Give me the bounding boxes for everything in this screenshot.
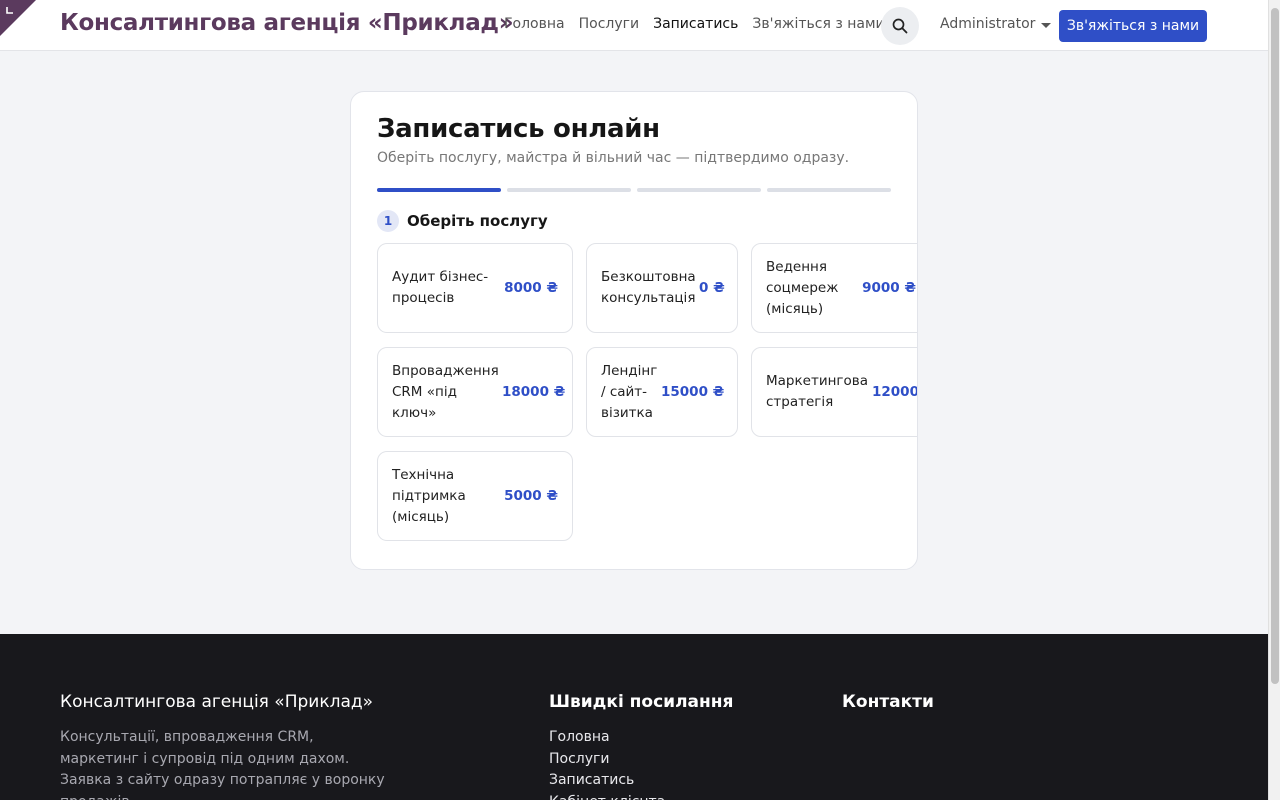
service-card[interactable]: Технічна підтримка (місяць) 5000 ₴	[377, 451, 573, 541]
service-card[interactable]: Маркетингова стратегія 12000 ₴	[751, 347, 918, 437]
contact-cta-button[interactable]: Зв'яжіться з нами	[1059, 10, 1207, 42]
corner-badge	[0, 0, 36, 36]
service-price: 8000 ₴	[504, 280, 558, 296]
site-footer: Консалтингова агенція «Приклад» Консульт…	[0, 634, 1268, 800]
service-name: Маркетингова стратегія	[766, 373, 868, 410]
step-title: Оберіть послугу	[407, 212, 548, 230]
service-name: Технічна підтримка (місяць)	[392, 466, 466, 525]
scrollbar-thumb[interactable]	[1271, 8, 1279, 684]
user-name: Administrator	[940, 16, 1036, 32]
navbar: Консалтингова агенція «Приклад» Головна …	[0, 0, 1268, 51]
step-header: 1 Оберіть послугу	[377, 210, 548, 232]
chevron-down-icon	[1041, 22, 1052, 28]
step-segment-3	[637, 188, 761, 192]
footer-link-services[interactable]: Послуги	[549, 749, 665, 771]
page-title: Записатись онлайн	[377, 114, 660, 144]
service-price: 15000 ₴	[661, 384, 725, 400]
footer-quick-links: Головна Послуги Записатись Кабінет клієн…	[549, 727, 665, 800]
nav-link-services[interactable]: Послуги	[579, 16, 639, 32]
step-segment-1	[377, 188, 501, 192]
site-brand[interactable]: Консалтингова агенція «Приклад»	[60, 10, 514, 36]
booking-card: Записатись онлайн Оберіть послугу, майст…	[350, 91, 918, 570]
footer-contacts-title: Контакти	[842, 692, 934, 712]
service-name: Безкоштовна консультація	[601, 269, 696, 306]
step-segment-4	[767, 188, 891, 192]
service-name: Лендінг / сайт-візитка	[601, 362, 658, 421]
service-price: 9000 ₴	[862, 280, 916, 296]
service-name: Аудит бізнес-процесів	[392, 269, 489, 306]
service-price: 12000 ₴	[872, 384, 918, 400]
footer-quick-links-title: Швидкі посилання	[549, 692, 734, 712]
nav-link-booking[interactable]: Записатись	[653, 16, 738, 32]
service-card[interactable]: Ведення соцмереж (місяць) 9000 ₴	[751, 243, 917, 333]
service-card[interactable]: Лендінг / сайт-візитка 15000 ₴	[586, 347, 738, 437]
service-price: 18000 ₴	[502, 384, 566, 400]
footer-link-home[interactable]: Головна	[549, 727, 665, 749]
user-menu[interactable]: Administrator	[940, 16, 1052, 32]
nav-link-contact[interactable]: Зв'яжіться з нами	[752, 16, 884, 32]
service-card[interactable]: Аудит бізнес-процесів 8000 ₴	[377, 243, 573, 333]
service-card[interactable]: Безкоштовна консультація 0 ₴	[586, 243, 738, 333]
step-segment-2	[507, 188, 631, 192]
step-progress	[377, 188, 891, 192]
service-price: 0 ₴	[699, 280, 725, 296]
nav-link-home[interactable]: Головна	[504, 16, 565, 32]
footer-brand: Консалтингова агенція «Приклад»	[60, 692, 374, 712]
service-price: 5000 ₴	[504, 488, 558, 504]
footer-description: Консультації, впровадження CRM, маркетин…	[60, 729, 385, 800]
service-name: Ведення соцмереж (місяць)	[766, 258, 839, 317]
search-icon	[892, 18, 908, 34]
page-subtitle: Оберіть послугу, майстра й вільний час —…	[377, 150, 850, 166]
main-nav: Головна Послуги Записатись Зв'яжіться з …	[504, 16, 885, 32]
page-scrollbar[interactable]	[1268, 0, 1280, 800]
step-number-badge: 1	[377, 210, 399, 232]
service-card[interactable]: Впровадження CRM «під ключ» 18000 ₴	[377, 347, 573, 437]
footer-link-booking[interactable]: Записатись	[549, 770, 665, 792]
search-button[interactable]	[881, 7, 919, 45]
service-name: Впровадження CRM «під ключ»	[392, 362, 499, 421]
footer-link-client-area[interactable]: Кабінет клієнта	[549, 792, 665, 800]
